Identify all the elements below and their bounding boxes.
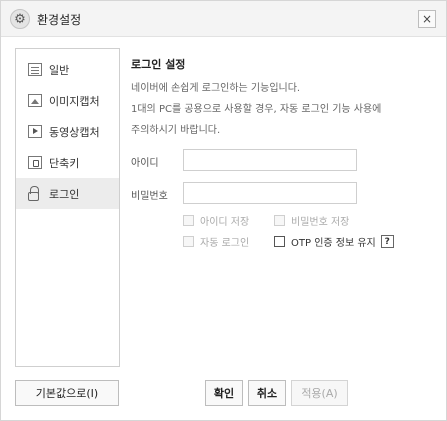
settings-window: ⚙ 환경설정 × 일반 이미지캡처 동영상캡처 단축키 로그인 로그인 설정 네… <box>0 0 447 421</box>
help-button[interactable]: ? <box>380 235 394 248</box>
sidebar-item-label: 단축키 <box>49 156 80 170</box>
otp-keep-option[interactable]: OTP 인증 정보 유지 ? <box>274 234 394 249</box>
sidebar-item-label: 로그인 <box>49 187 80 201</box>
close-button[interactable]: × <box>418 10 436 28</box>
title-bar: ⚙ 환경설정 × <box>1 1 446 37</box>
settings-sidebar: 일반 이미지캡처 동영상캡처 단축키 로그인 <box>15 48 120 367</box>
cancel-button[interactable]: 취소 <box>248 380 286 406</box>
save-password-option[interactable]: 비밀번호 저장 <box>274 213 349 228</box>
apply-button[interactable]: 적용(A) <box>291 380 348 406</box>
section-title: 로그인 설정 <box>131 58 186 71</box>
sidebar-item-label: 이미지캡처 <box>49 94 100 108</box>
video-capture-icon <box>28 125 42 138</box>
save-password-label: 비밀번호 저장 <box>291 217 350 228</box>
image-capture-icon <box>28 94 42 107</box>
description-line: 1대의 PC를 공용으로 사용할 경우, 자동 로그인 기능 사용에 <box>131 104 382 115</box>
sidebar-item-general[interactable]: 일반 <box>16 54 119 85</box>
save-password-checkbox[interactable] <box>274 215 285 226</box>
sidebar-item-image-capture[interactable]: 이미지캡처 <box>16 85 119 116</box>
sidebar-item-label: 동영상캡처 <box>49 125 100 139</box>
password-label: 비밀번호 <box>131 191 168 202</box>
ok-button[interactable]: 확인 <box>205 380 243 406</box>
description-line: 주의하시기 바랍니다. <box>131 125 221 136</box>
save-id-checkbox[interactable] <box>183 215 194 226</box>
shortcut-icon <box>28 156 42 169</box>
otp-keep-checkbox[interactable] <box>274 236 285 247</box>
defaults-button[interactable]: 기본값으로(I) <box>15 380 119 406</box>
gear-icon: ⚙ <box>10 9 30 29</box>
password-input[interactable] <box>183 182 357 204</box>
auto-login-checkbox[interactable] <box>183 236 194 247</box>
description-line: 네이버에 손쉽게 로그인하는 기능입니다. <box>131 83 301 94</box>
save-id-option[interactable]: 아이디 저장 <box>183 213 249 228</box>
sidebar-item-shortcut[interactable]: 단축키 <box>16 147 119 178</box>
sidebar-item-label: 일반 <box>49 63 70 77</box>
window-title: 환경설정 <box>37 13 82 27</box>
auto-login-label: 자동 로그인 <box>200 238 250 249</box>
otp-keep-label: OTP 인증 정보 유지 <box>291 238 376 249</box>
sidebar-item-video-capture[interactable]: 동영상캡처 <box>16 116 119 147</box>
general-icon <box>28 63 42 76</box>
sidebar-item-login[interactable]: 로그인 <box>16 178 119 209</box>
save-id-label: 아이디 저장 <box>200 217 250 228</box>
id-input[interactable] <box>183 149 357 171</box>
id-label: 아이디 <box>131 158 159 169</box>
auto-login-option[interactable]: 자동 로그인 <box>183 234 249 249</box>
lock-icon <box>28 186 39 201</box>
